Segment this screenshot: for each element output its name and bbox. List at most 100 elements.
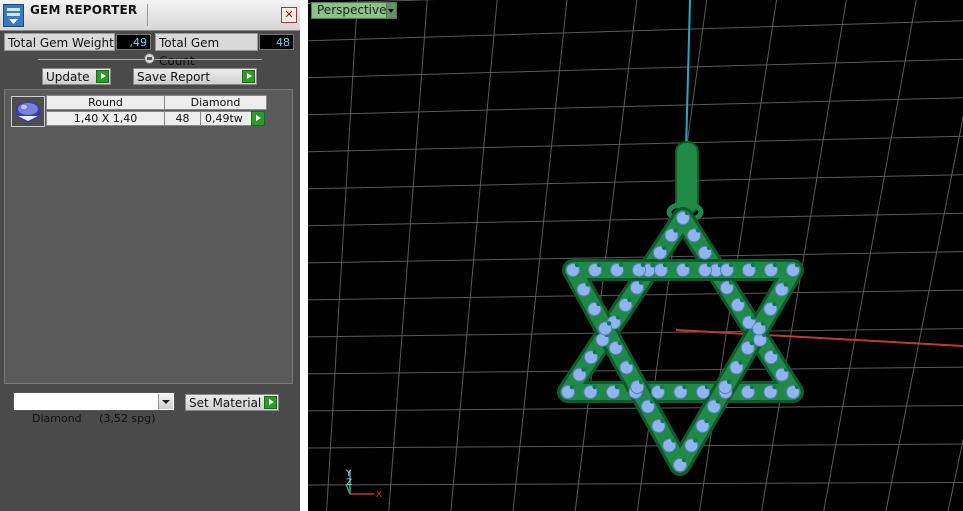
triangle-down-band <box>565 262 801 473</box>
prong <box>706 262 712 268</box>
grid-line-vertical <box>823 0 917 511</box>
triangle-down-frame <box>562 259 804 476</box>
prong <box>738 360 743 365</box>
gizmo-z-label: Z <box>346 478 352 488</box>
prong <box>684 262 690 268</box>
gem-count-cell: 48 <box>164 111 201 126</box>
grid-line-horizontal <box>308 97 963 116</box>
prong <box>693 438 698 443</box>
grid-line-horizontal <box>308 482 963 486</box>
play-icon <box>264 396 277 409</box>
save-report-button[interactable]: Save Report <box>133 68 257 85</box>
gem-reporter-icon <box>3 4 24 27</box>
gem-weight-cell: 0,49tw <box>200 111 252 126</box>
title-separator <box>147 4 148 26</box>
prong <box>728 262 734 268</box>
prong <box>569 384 575 390</box>
gem-row-play-icon[interactable] <box>251 111 265 126</box>
prong <box>649 399 655 404</box>
grid-line-vertical <box>388 0 428 511</box>
gem-size-cell: 1,40 X 1,40 <box>46 111 165 126</box>
prong <box>783 367 789 372</box>
prong <box>581 367 586 372</box>
prong <box>728 280 734 285</box>
prong <box>638 280 644 285</box>
update-button[interactable]: Update <box>42 68 111 85</box>
round-gem-icon[interactable] <box>11 96 45 127</box>
prong <box>660 418 665 424</box>
chevron-down-icon[interactable] <box>386 2 397 19</box>
prong <box>772 384 777 390</box>
grid-line-horizontal <box>308 328 963 338</box>
prong <box>739 297 745 303</box>
grid-line-vertical <box>885 115 963 511</box>
viewport-grid <box>308 0 963 511</box>
prong <box>592 350 598 355</box>
prong <box>627 297 632 303</box>
chevron-down-icon[interactable] <box>158 394 173 409</box>
slider-thumb[interactable] <box>144 53 155 64</box>
prong <box>750 262 756 268</box>
set-material-button[interactable]: Set Material <box>185 394 279 411</box>
prong <box>615 315 621 320</box>
prong <box>671 438 676 443</box>
grid-line-vertical <box>512 0 568 511</box>
prong <box>794 384 800 390</box>
grid-line-horizontal <box>308 174 963 190</box>
grid-line-horizontal <box>308 212 963 227</box>
prong <box>695 228 701 233</box>
grid-line-horizontal <box>308 58 963 79</box>
prong <box>772 350 778 355</box>
total-gem-weight-label: Total Gem Weight <box>4 33 115 51</box>
grid-line-vertical <box>947 437 963 511</box>
set-material-button-label: Set Material <box>189 396 262 410</box>
prong <box>596 301 601 307</box>
perspective-viewport[interactable]: Y Z X Perspective <box>308 0 963 511</box>
prong <box>614 384 620 390</box>
material-select[interactable]: Diamond (3,52 spg) <box>13 392 175 425</box>
prong <box>772 262 778 268</box>
prong <box>574 262 580 268</box>
view-mode-button[interactable]: Perspective <box>311 2 396 19</box>
total-gem-count-value: 48 <box>259 34 294 50</box>
prong <box>659 384 665 390</box>
prong <box>727 379 732 385</box>
prong <box>772 301 777 307</box>
grid-line-horizontal <box>308 0 437 5</box>
gizmo-x-label: X <box>376 490 382 500</box>
prong <box>794 262 800 268</box>
viewport-canvas: Y Z X <box>308 0 963 511</box>
prong <box>760 321 766 326</box>
grid-line-vertical <box>761 0 847 511</box>
view-mode-label: Perspective <box>317 3 387 17</box>
total-gem-weight-value: ,49 <box>116 34 151 50</box>
prong <box>650 263 655 268</box>
prong <box>618 262 624 268</box>
gem-list <box>4 89 293 384</box>
grid-line-horizontal <box>308 135 963 153</box>
close-button[interactable]: ✕ <box>281 7 297 23</box>
material-select-value: Diamond (3,52 spg) <box>32 412 156 425</box>
gem-material-cell: Diamond <box>164 95 267 110</box>
play-icon <box>96 70 109 83</box>
prong <box>661 245 667 250</box>
prong <box>592 384 597 390</box>
prong <box>585 282 590 287</box>
prong <box>640 262 646 268</box>
prong <box>639 379 644 385</box>
prong <box>749 340 754 346</box>
prong <box>662 262 668 268</box>
prong <box>706 245 712 250</box>
gem-reporter-panel: GEM REPORTER ✕ Total Gem Weight ,49 Tota… <box>0 0 300 511</box>
play-icon <box>242 70 255 83</box>
total-gem-count-label: Total Gem Count <box>155 33 258 68</box>
grid-line-vertical <box>574 0 638 511</box>
panel-title: GEM REPORTER <box>30 3 138 17</box>
prong <box>617 340 622 346</box>
grid-line-vertical <box>450 0 498 511</box>
prong <box>596 262 602 268</box>
prong <box>682 384 687 390</box>
prong <box>783 282 788 287</box>
prong <box>749 384 755 390</box>
prong <box>628 360 633 365</box>
